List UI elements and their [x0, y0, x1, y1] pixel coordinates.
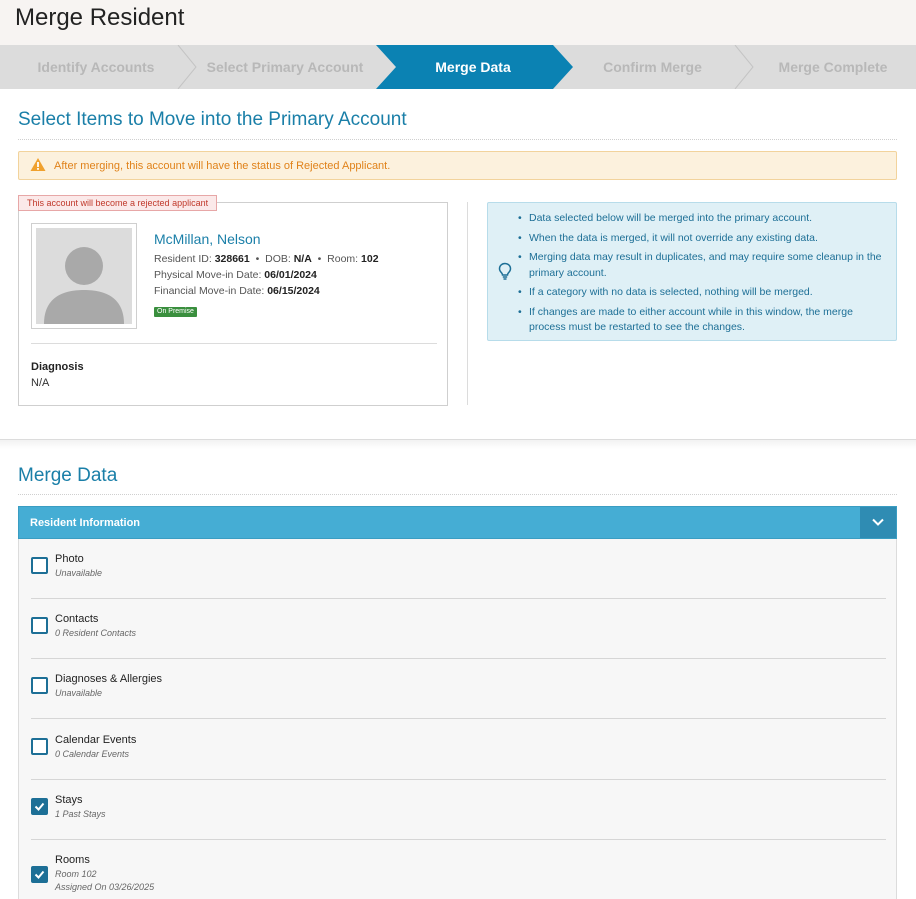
- item-label: Rooms: [55, 854, 90, 866]
- merge-item-diagnoses-allergies: Diagnoses & Allergies Unavailable: [19, 659, 896, 719]
- dob-value: N/A: [293, 253, 312, 265]
- item-sublabel: Unavailable: [55, 568, 103, 578]
- room-value: 102: [361, 253, 379, 265]
- stays-checkbox[interactable]: [31, 798, 48, 815]
- calendar-events-checkbox[interactable]: [31, 738, 48, 755]
- section-separator: [0, 439, 916, 449]
- warning-triangle-icon: [30, 157, 46, 175]
- financial-move-in-line: Financial Move-in Date: 06/15/2024: [154, 285, 320, 297]
- section-divider: [18, 494, 897, 495]
- resident-id-label: Resident ID:: [154, 253, 212, 265]
- merge-info-box: Data selected below will be merged into …: [487, 202, 897, 341]
- merge-item-photo: Photo Unavailable: [19, 539, 896, 599]
- step-select-primary-account: Select Primary Account: [206, 59, 364, 75]
- financial-move-in-label: Financial Move-in Date:: [154, 285, 265, 297]
- physical-move-in-label: Physical Move-in Date:: [154, 269, 262, 281]
- rejected-warning-banner: After merging, this account will have th…: [18, 151, 897, 180]
- item-label: Contacts: [55, 613, 99, 625]
- info-item: If a category with no data is selected, …: [518, 285, 890, 301]
- card-divider: [31, 343, 437, 344]
- merge-item-rooms: Rooms Room 102 Assigned On 03/26/2025: [19, 840, 896, 899]
- lightbulb-icon: [498, 262, 512, 283]
- step-merge-complete: Merge Complete: [778, 59, 888, 75]
- item-label: Diagnoses & Allergies: [55, 673, 163, 685]
- photo-checkbox[interactable]: [31, 557, 48, 574]
- page-header: Merge Resident: [0, 0, 916, 45]
- step-merge-data: Merge Data: [435, 59, 511, 75]
- diagnosis-value: N/A: [31, 377, 50, 389]
- merge-data-title: Merge Data: [18, 465, 118, 486]
- info-item: If changes are made to either account wh…: [518, 305, 890, 336]
- diagnoses-allergies-checkbox[interactable]: [31, 677, 48, 694]
- item-sublabel: 0 Resident Contacts: [55, 628, 137, 638]
- resident-photo: [31, 223, 137, 329]
- accordion-toggle-button[interactable]: [860, 507, 896, 538]
- vertical-divider: [467, 202, 468, 405]
- item-label: Stays: [55, 794, 83, 806]
- merge-item-calendar-events: Calendar Events 0 Calendar Events: [19, 720, 896, 780]
- item-divider: [31, 718, 886, 719]
- step-identify-accounts: Identify Accounts: [37, 59, 155, 75]
- select-items-title: Select Items to Move into the Primary Ac…: [18, 109, 407, 130]
- step-confirm-merge: Confirm Merge: [603, 59, 702, 75]
- info-item: When the data is merged, it will not ove…: [518, 231, 890, 247]
- contacts-checkbox[interactable]: [31, 617, 48, 634]
- dob-label: DOB:: [265, 253, 291, 265]
- resident-card: McMillan, Nelson Resident ID: 328661 • D…: [18, 202, 448, 406]
- avatar-placeholder-icon: [44, 247, 124, 324]
- resident-id-line: Resident ID: 328661 • DOB: N/A • Room: 1…: [154, 253, 379, 265]
- item-sublabel: 0 Calendar Events: [55, 749, 130, 759]
- merge-item-contacts: Contacts 0 Resident Contacts: [19, 599, 896, 659]
- diagnosis-label: Diagnosis: [31, 361, 84, 373]
- item-label: Calendar Events: [55, 734, 137, 746]
- room-label: Room:: [327, 253, 359, 265]
- rooms-checkbox[interactable]: [31, 866, 48, 883]
- physical-move-in-line: Physical Move-in Date: 06/01/2024: [154, 269, 317, 281]
- separator-dot: •: [252, 253, 263, 265]
- resident-name-link[interactable]: McMillan, Nelson: [154, 231, 261, 247]
- info-item: Data selected below will be merged into …: [518, 211, 890, 227]
- physical-move-in-date: 06/01/2024: [264, 269, 317, 281]
- separator-dot: •: [314, 253, 325, 265]
- item-label: Photo: [55, 553, 84, 565]
- info-item: Merging data may result in duplicates, a…: [518, 250, 890, 281]
- rejected-applicant-tag: This account will become a rejected appl…: [18, 195, 218, 211]
- financial-move-in-date: 06/15/2024: [267, 285, 320, 297]
- page-title: Merge Resident: [15, 4, 185, 31]
- item-sublabel: Unavailable: [55, 688, 103, 698]
- resident-information-accordion-header[interactable]: Resident Information: [18, 506, 897, 539]
- checkmark-icon: [34, 802, 45, 811]
- on-premise-badge: On Premise: [154, 307, 197, 317]
- warning-text: After merging, this account will have th…: [54, 160, 391, 172]
- resident-id-value: 328661: [214, 253, 250, 265]
- item-sublabel: Room 102: [55, 869, 97, 879]
- resident-information-list: Photo Unavailable Contacts 0 Resident Co…: [18, 539, 897, 899]
- info-list: Data selected below will be merged into …: [518, 211, 890, 340]
- accordion-title: Resident Information: [30, 517, 141, 529]
- section-divider: [18, 139, 897, 140]
- wizard-steps: Identify Accounts Select Primary Account…: [0, 45, 916, 89]
- item-sublabel: 1 Past Stays: [55, 809, 106, 819]
- chevron-down-icon: [872, 518, 884, 526]
- item-sublabel-secondary: Assigned On 03/26/2025: [55, 882, 155, 892]
- checkmark-icon: [34, 870, 45, 879]
- merge-item-stays: Stays 1 Past Stays: [19, 780, 896, 840]
